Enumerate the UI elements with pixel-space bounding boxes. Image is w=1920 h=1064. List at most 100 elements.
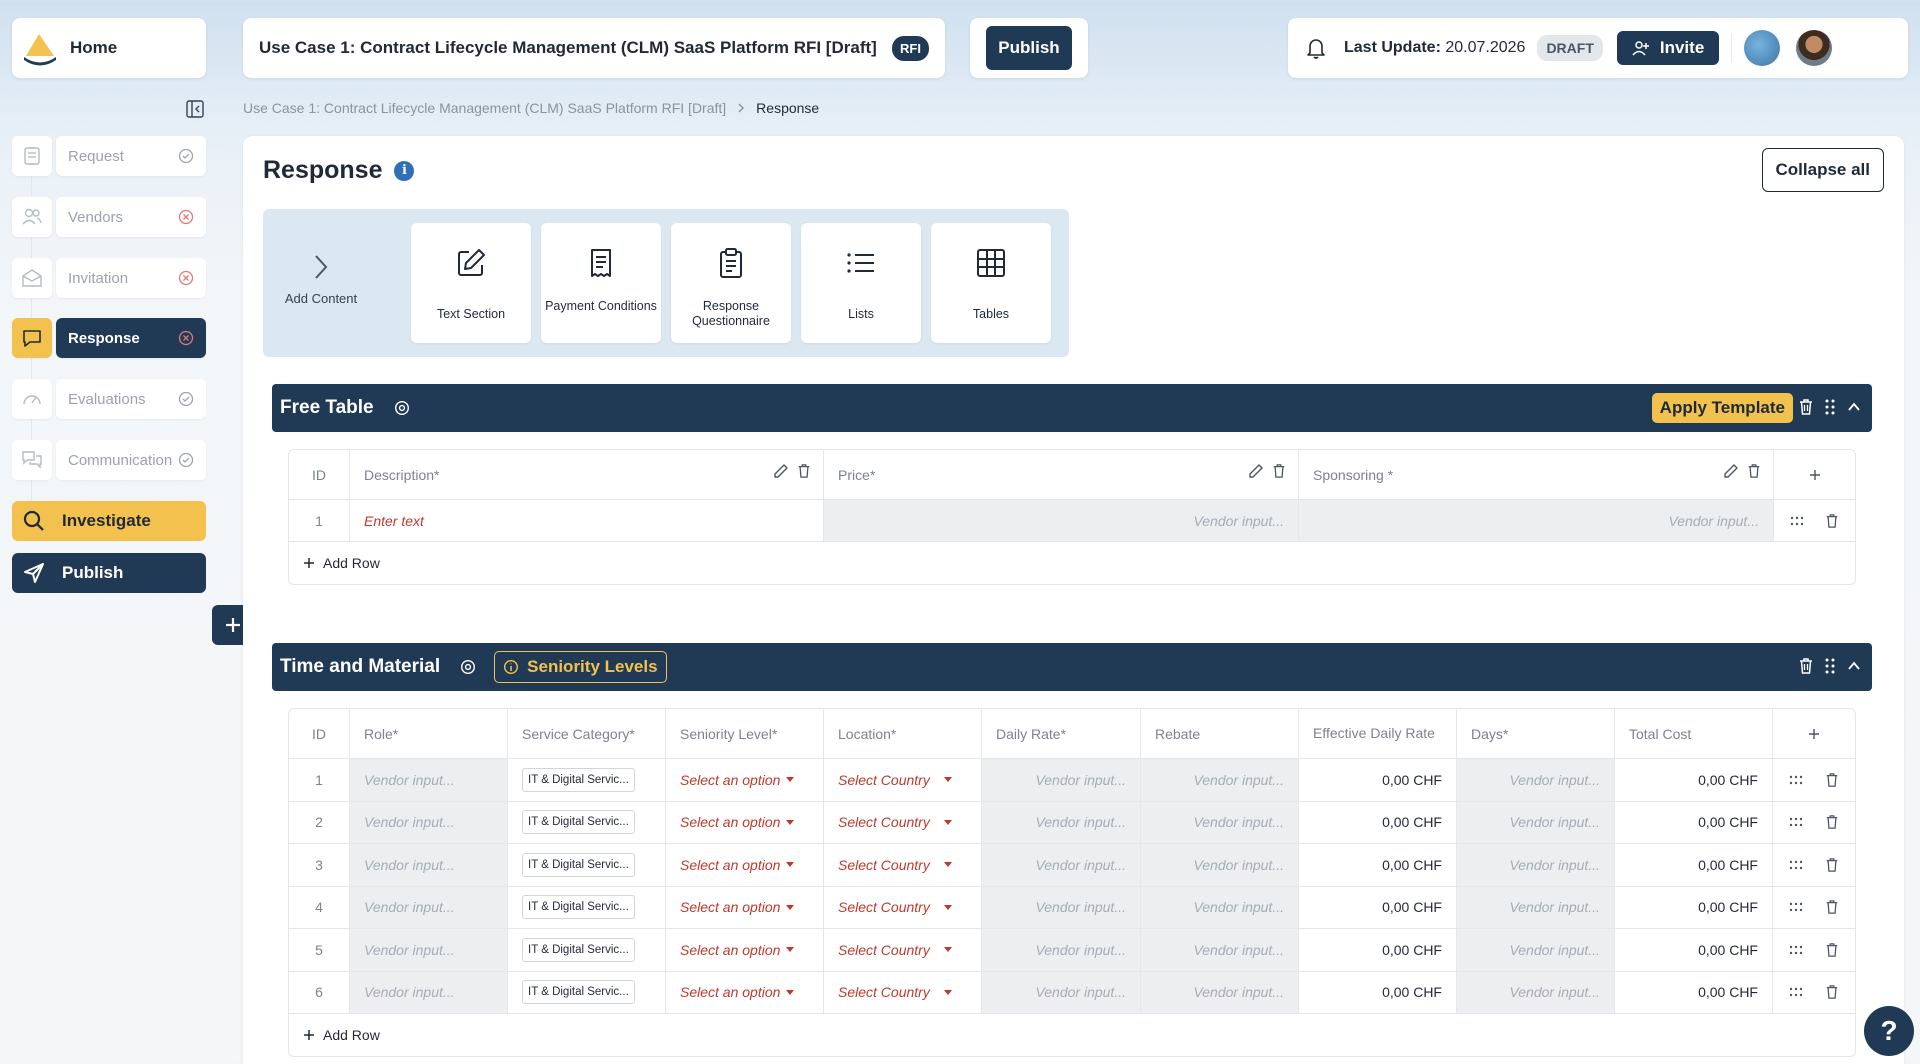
country-select[interactable]: Select Country bbox=[824, 801, 982, 843]
trash-icon[interactable] bbox=[1825, 772, 1839, 788]
role-input[interactable]: Vendor input... bbox=[350, 886, 508, 928]
pencil-icon[interactable] bbox=[1723, 463, 1739, 479]
daily-rate-input[interactable]: Vendor input... bbox=[982, 801, 1141, 843]
daily-rate-input[interactable]: Vendor input... bbox=[982, 971, 1141, 1013]
days-input[interactable]: Vendor input... bbox=[1457, 971, 1615, 1013]
home-button[interactable]: Home bbox=[12, 18, 206, 78]
daily-rate-input[interactable]: Vendor input... bbox=[982, 929, 1141, 971]
sidebar-item-vendors[interactable]: Vendors bbox=[12, 197, 206, 237]
tile-payment-conditions[interactable]: Payment Conditions bbox=[541, 223, 661, 343]
seniority-levels-button[interactable]: Seniority Levels bbox=[494, 651, 667, 683]
days-input[interactable]: Vendor input... bbox=[1457, 929, 1615, 971]
description-input[interactable]: Enter text bbox=[350, 500, 824, 541]
drag-handle-icon[interactable] bbox=[1789, 860, 1803, 870]
settings-icon[interactable] bbox=[394, 400, 410, 416]
bell-icon[interactable] bbox=[1304, 36, 1328, 60]
trash-icon[interactable] bbox=[1747, 463, 1761, 479]
days-input[interactable]: Vendor input... bbox=[1457, 844, 1615, 886]
rebate-input[interactable]: Vendor input... bbox=[1141, 886, 1299, 928]
seniority-select[interactable]: Select an option bbox=[666, 886, 824, 928]
invite-button[interactable]: Invite bbox=[1616, 31, 1720, 65]
service-category-chip[interactable]: IT & Digital Servic... bbox=[522, 937, 635, 962]
avatar[interactable] bbox=[1796, 30, 1833, 66]
sidebar-item-request[interactable]: Request bbox=[12, 136, 206, 176]
investigate-button[interactable]: Investigate bbox=[12, 501, 206, 541]
tile-lists[interactable]: Lists bbox=[801, 223, 921, 343]
trash-icon[interactable] bbox=[1825, 513, 1839, 529]
trash-icon[interactable] bbox=[1798, 398, 1814, 416]
tile-text-section[interactable]: Text Section bbox=[411, 223, 531, 343]
drag-handle-icon[interactable] bbox=[1824, 398, 1836, 416]
chevron-up-icon[interactable] bbox=[1846, 399, 1862, 415]
service-category-chip[interactable]: IT & Digital Servic... bbox=[522, 767, 635, 792]
settings-icon[interactable] bbox=[460, 659, 476, 675]
publish-sidebar-button[interactable]: Publish bbox=[12, 553, 206, 593]
chevron-up-icon[interactable] bbox=[1846, 658, 1862, 674]
seniority-select[interactable]: Select an option bbox=[666, 759, 824, 801]
daily-rate-input[interactable]: Vendor input... bbox=[982, 759, 1141, 801]
add-content-button[interactable]: Add Content bbox=[279, 253, 363, 306]
rebate-input[interactable]: Vendor input... bbox=[1141, 844, 1299, 886]
days-input[interactable]: Vendor input... bbox=[1457, 759, 1615, 801]
drag-handle-icon[interactable] bbox=[1789, 817, 1803, 827]
tile-tables[interactable]: Tables bbox=[931, 223, 1051, 343]
daily-rate-input[interactable]: Vendor input... bbox=[982, 886, 1141, 928]
trash-icon[interactable] bbox=[797, 463, 811, 479]
trash-icon[interactable] bbox=[1798, 657, 1814, 675]
seniority-select[interactable]: Select an option bbox=[666, 929, 824, 971]
breadcrumb-parent[interactable]: Use Case 1: Contract Lifecycle Managemen… bbox=[243, 100, 726, 116]
add-row-button[interactable]: Add Row bbox=[289, 1014, 1855, 1056]
trash-icon[interactable] bbox=[1825, 899, 1839, 915]
seniority-select[interactable]: Select an option bbox=[666, 844, 824, 886]
rebate-input[interactable]: Vendor input... bbox=[1141, 971, 1299, 1013]
role-input[interactable]: Vendor input... bbox=[350, 929, 508, 971]
help-button[interactable]: ? bbox=[1864, 1006, 1914, 1056]
collapse-all-button[interactable]: Collapse all bbox=[1761, 148, 1884, 192]
add-column-button[interactable] bbox=[1774, 450, 1855, 499]
publish-button[interactable]: Publish bbox=[986, 26, 1072, 70]
drag-handle-icon[interactable] bbox=[1790, 516, 1804, 526]
role-input[interactable]: Vendor input... bbox=[350, 844, 508, 886]
free-table-header[interactable]: Free Table Apply Template bbox=[272, 384, 1872, 432]
seniority-select[interactable]: Select an option bbox=[666, 801, 824, 843]
role-input[interactable]: Vendor input... bbox=[350, 759, 508, 801]
sponsoring-input[interactable]: Vendor input... bbox=[1299, 500, 1774, 541]
add-row-button[interactable]: Add Row bbox=[289, 542, 1855, 584]
add-column-button[interactable] bbox=[1773, 709, 1855, 758]
country-select[interactable]: Select Country bbox=[824, 759, 982, 801]
country-select[interactable]: Select Country bbox=[824, 929, 982, 971]
service-category-chip[interactable]: IT & Digital Servic... bbox=[522, 852, 635, 877]
country-select[interactable]: Select Country bbox=[824, 886, 982, 928]
days-input[interactable]: Vendor input... bbox=[1457, 801, 1615, 843]
role-input[interactable]: Vendor input... bbox=[350, 971, 508, 1013]
info-icon[interactable]: i bbox=[394, 160, 415, 181]
trash-icon[interactable] bbox=[1825, 984, 1839, 1000]
drag-handle-icon[interactable] bbox=[1789, 902, 1803, 912]
days-input[interactable]: Vendor input... bbox=[1457, 886, 1615, 928]
trash-icon[interactable] bbox=[1825, 857, 1839, 873]
trash-icon[interactable] bbox=[1272, 463, 1286, 479]
service-category-chip[interactable]: IT & Digital Servic... bbox=[522, 980, 635, 1005]
drag-handle-icon[interactable] bbox=[1789, 987, 1803, 997]
rebate-input[interactable]: Vendor input... bbox=[1141, 801, 1299, 843]
trash-icon[interactable] bbox=[1825, 942, 1839, 958]
sidebar-item-evaluations[interactable]: Evaluations bbox=[12, 379, 206, 419]
collapse-sidebar-icon[interactable] bbox=[186, 100, 204, 118]
time-material-header[interactable]: Time and Material Seniority Levels bbox=[272, 643, 1872, 691]
rebate-input[interactable]: Vendor input... bbox=[1141, 929, 1299, 971]
pencil-icon[interactable] bbox=[1248, 463, 1264, 479]
pencil-icon[interactable] bbox=[773, 463, 789, 479]
tile-response-questionnaire[interactable]: Response Questionnaire bbox=[671, 223, 791, 343]
role-input[interactable]: Vendor input... bbox=[350, 801, 508, 843]
drag-handle-icon[interactable] bbox=[1824, 657, 1836, 675]
price-input[interactable]: Vendor input... bbox=[824, 500, 1299, 541]
drag-handle-icon[interactable] bbox=[1789, 945, 1803, 955]
globe-icon[interactable] bbox=[1744, 30, 1781, 66]
trash-icon[interactable] bbox=[1825, 814, 1839, 830]
seniority-select[interactable]: Select an option bbox=[666, 971, 824, 1013]
sidebar-item-invitation[interactable]: Invitation bbox=[12, 258, 206, 298]
sidebar-item-communication[interactable]: Communication bbox=[12, 440, 206, 480]
apply-template-button[interactable]: Apply Template bbox=[1651, 393, 1793, 423]
daily-rate-input[interactable]: Vendor input... bbox=[982, 844, 1141, 886]
service-category-chip[interactable]: IT & Digital Servic... bbox=[522, 810, 635, 835]
